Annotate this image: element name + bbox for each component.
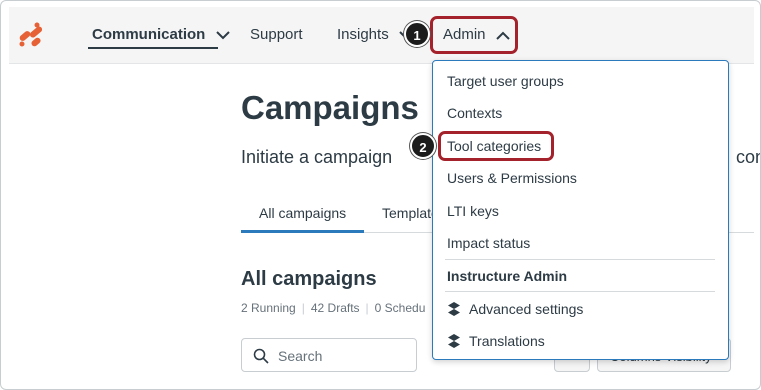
- nav-insights-label: Insights: [337, 26, 389, 43]
- highlight-tool-categories: [438, 131, 554, 161]
- search-input[interactable]: Search: [241, 338, 417, 372]
- step-badge-1: 1: [404, 21, 430, 47]
- stat-running: 2 Running: [241, 301, 296, 315]
- stat-scheduled: 0 Schedu: [374, 301, 426, 315]
- nav-support-label: Support: [250, 26, 303, 43]
- page-title: Campaigns: [241, 89, 419, 126]
- nav-insights[interactable]: Insights: [337, 26, 413, 43]
- active-tab-indicator: [241, 230, 364, 233]
- page-subtitle: Initiate a campaign: [241, 147, 393, 167]
- top-navigation: Communication Support Insights Admin: [9, 7, 754, 64]
- menu-divider: [445, 291, 715, 292]
- stat-separator: |: [301, 301, 305, 315]
- app-window: Communication Support Insights Admin Cam…: [0, 0, 761, 390]
- campaign-stats: 2 Running | 42 Drafts | 0 Schedu: [241, 301, 425, 315]
- highlight-admin: [430, 16, 518, 54]
- section-title: All campaigns: [241, 268, 377, 290]
- menu-item-contexts[interactable]: Contexts: [447, 105, 502, 121]
- search-icon: [253, 348, 269, 364]
- menu-item-translations[interactable]: Translations: [447, 333, 545, 349]
- menu-item-impact-status[interactable]: Impact status: [447, 235, 530, 251]
- menu-item-label: Translations: [469, 333, 545, 349]
- tab-all-campaigns[interactable]: All campaigns: [259, 205, 346, 221]
- instructure-icon: [448, 302, 460, 316]
- nav-support[interactable]: Support: [250, 26, 303, 43]
- menu-item-users-permissions[interactable]: Users & Permissions: [447, 170, 577, 186]
- menu-item-label: Advanced settings: [469, 301, 584, 317]
- menu-item-lti-keys[interactable]: LTI keys: [447, 203, 499, 219]
- menu-section-heading: Instructure Admin: [447, 268, 568, 284]
- page-subtitle-tail: cont: [736, 147, 760, 167]
- step-badge-2: 2: [410, 133, 436, 159]
- search-placeholder: Search: [278, 348, 323, 364]
- nav-communication-label: Communication: [92, 26, 206, 43]
- tab-templates[interactable]: Template: [382, 205, 439, 221]
- admin-dropdown-menu: Target user groups Contexts Tool categor…: [432, 60, 729, 360]
- menu-item-target-user-groups[interactable]: Target user groups: [447, 73, 564, 89]
- stat-separator: |: [365, 301, 369, 315]
- nav-communication[interactable]: Communication: [92, 26, 230, 43]
- instructure-logo-icon[interactable]: [15, 19, 47, 51]
- menu-divider: [445, 259, 715, 260]
- chevron-down-icon: [215, 30, 230, 39]
- active-nav-indicator: [88, 47, 218, 49]
- instructure-icon: [448, 334, 460, 348]
- stat-drafts: 42 Drafts: [310, 301, 360, 315]
- menu-item-advanced-settings[interactable]: Advanced settings: [447, 301, 583, 317]
